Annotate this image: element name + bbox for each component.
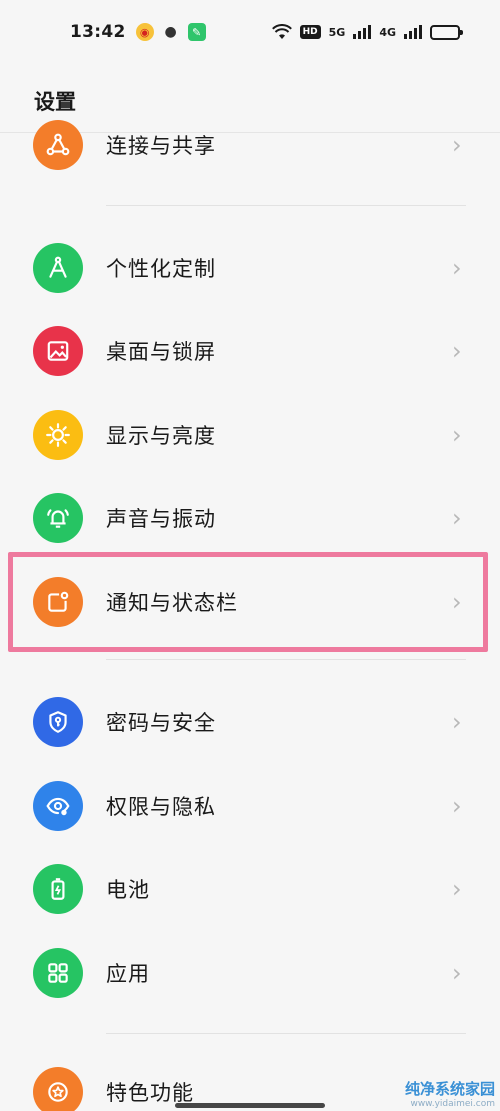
compass-icon xyxy=(33,243,83,293)
leaf-app-icon: ✎ xyxy=(187,23,206,41)
signal-1-icon xyxy=(353,25,372,39)
settings-item-display-brightness[interactable]: 显示与亮度 › xyxy=(0,393,500,477)
settings-item-sound-vibration[interactable]: 声音与振动 › xyxy=(0,476,500,560)
settings-item-password-security[interactable]: 密码与安全 › xyxy=(0,680,500,764)
section-divider xyxy=(106,1033,466,1034)
section-divider xyxy=(106,205,466,206)
share-nodes-icon xyxy=(33,120,83,170)
settings-item-label: 权限与隐私 xyxy=(106,795,216,819)
signal-2-label: 4G xyxy=(379,25,396,39)
chevron-right-icon: › xyxy=(452,708,462,736)
settings-item-label: 声音与振动 xyxy=(106,507,216,531)
chevron-right-icon: › xyxy=(452,588,462,616)
chevron-right-icon: › xyxy=(452,792,462,820)
wechat-icon: ● xyxy=(164,24,177,40)
home-indicator[interactable] xyxy=(175,1103,325,1108)
chevron-right-icon: › xyxy=(452,504,462,532)
settings-item-label: 密码与安全 xyxy=(106,711,216,735)
status-indicators: HD 5G 4G xyxy=(271,24,463,40)
battery-icon xyxy=(33,864,83,914)
settings-item-desktop-lockscreen[interactable]: 桌面与锁屏 › xyxy=(0,309,500,393)
signal-2-icon xyxy=(404,25,422,39)
status-time: 13:42 xyxy=(70,22,126,42)
apps-grid-icon xyxy=(33,948,83,998)
battery-icon xyxy=(430,24,463,40)
settings-item-label: 显示与亮度 xyxy=(106,424,216,448)
section-divider xyxy=(106,659,466,660)
settings-item-label: 应用 xyxy=(106,962,150,986)
chevron-right-icon: › xyxy=(452,875,462,903)
watermark-brand: 纯净系统家园 xyxy=(405,1080,496,1098)
star-icon xyxy=(33,1067,83,1111)
picture-icon xyxy=(33,326,83,376)
settings-item-apps[interactable]: 应用 › xyxy=(0,931,500,1015)
wifi-icon xyxy=(271,24,292,39)
watermark: 纯净系统家园 www.yidaimei.com xyxy=(405,1078,495,1109)
sun-icon xyxy=(33,410,83,460)
eye-icon xyxy=(33,781,83,831)
chevron-right-icon: › xyxy=(452,131,462,159)
notification-icons: ◉ ● ✎ xyxy=(135,23,206,41)
settings-item-personalization[interactable]: 个性化定制 › xyxy=(0,226,500,310)
status-bar: 13:42 ◉ ● ✎ HD 5G 4G xyxy=(0,0,500,64)
weibo-icon: ◉ xyxy=(135,23,154,41)
chevron-right-icon: › xyxy=(452,959,462,987)
settings-item-label: 电池 xyxy=(106,878,150,902)
settings-item-label: 桌面与锁屏 xyxy=(106,340,216,364)
settings-item-battery[interactable]: 电池 › xyxy=(0,847,500,931)
chevron-right-icon: › xyxy=(452,337,462,365)
chevron-right-icon: › xyxy=(452,421,462,449)
settings-item-connection-sharing[interactable]: 连接与共享 › xyxy=(0,103,500,187)
watermark-url: www.yidaimei.com xyxy=(410,1099,496,1109)
settings-item-label: 个性化定制 xyxy=(106,257,216,281)
bell-icon xyxy=(33,493,83,543)
settings-item-notifications-statusbar[interactable]: 通知与状态栏 › xyxy=(0,560,500,644)
settings-item-permissions-privacy[interactable]: 权限与隐私 › xyxy=(0,764,500,848)
chevron-right-icon: › xyxy=(452,254,462,282)
hd-voice-badge: HD xyxy=(299,25,321,39)
notification-icon xyxy=(33,577,83,627)
shield-key-icon xyxy=(33,697,83,747)
settings-item-label: 通知与状态栏 xyxy=(106,591,238,615)
settings-item-label: 连接与共享 xyxy=(106,134,216,158)
signal-1-label: 5G xyxy=(328,25,346,39)
